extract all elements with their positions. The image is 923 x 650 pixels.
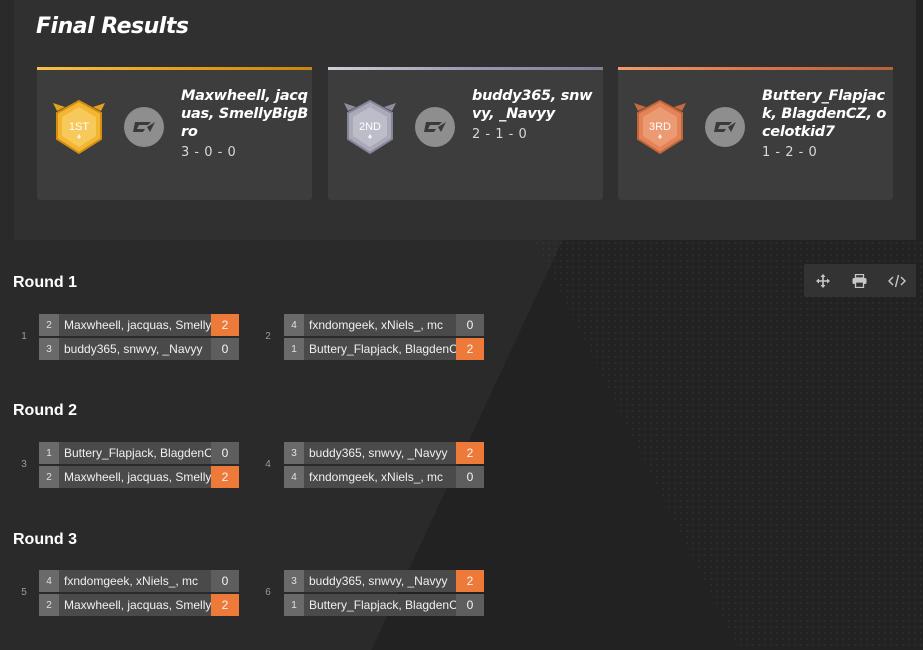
team-name: buddy365, snwvy, _Navyy — [309, 574, 448, 588]
round-3-title: Round 3 — [13, 531, 77, 548]
silver-medal-icon: 2ND — [344, 99, 396, 155]
team-score: 0 — [456, 594, 484, 616]
team-score: 0 — [456, 314, 484, 336]
match-6[interactable]: 3 buddy365, snwvy, _Navyy 2 1 Buttery_Fl… — [284, 570, 484, 616]
team-seed: 4 — [284, 466, 304, 488]
team-names: Buttery_Flapjack, BlagdenCZ, ocelotkid7 — [762, 88, 887, 140]
team-name: fxndomgeek, xNiels_, mc — [309, 318, 444, 332]
embed-code-icon[interactable] — [885, 269, 909, 293]
team-score: 0 — [211, 338, 239, 360]
second-team-block: buddy365, snwvy, _Navyy 2 - 1 - 0 — [472, 87, 600, 144]
team-name: buddy365, snwvy, _Navyy — [309, 446, 448, 460]
bracket-toolbar — [804, 264, 916, 297]
match-number: 2 — [265, 331, 271, 342]
match-2[interactable]: 4 fxndomgeek, xNiels_, mc 0 1 Buttery_Fl… — [284, 314, 484, 360]
match-number: 4 — [265, 459, 271, 470]
team-name: Maxwheell, jacquas, SmellyBigBro — [64, 318, 211, 332]
match-1[interactable]: 2 Maxwheell, jacquas, SmellyBigBro 2 3 b… — [39, 314, 239, 360]
team-name: buddy365, snwvy, _Navyy — [64, 342, 203, 356]
team-names: buddy365, snwvy, _Navyy — [472, 88, 593, 122]
team-seed: 4 — [284, 314, 304, 336]
medal-label: 3RD — [649, 121, 671, 133]
gold-accent-bar — [37, 67, 312, 70]
team-name: fxndomgeek, xNiels_, mc — [64, 574, 199, 588]
match-team-row[interactable]: 3 buddy365, snwvy, _Navyy 2 — [284, 442, 484, 464]
team-seed: 4 — [39, 570, 59, 592]
team-logo-icon — [705, 107, 745, 147]
team-seed: 1 — [284, 338, 304, 360]
match-team-row[interactable]: 4 fxndomgeek, xNiels_, mc 0 — [284, 314, 484, 336]
team-record: 2 - 1 - 0 — [472, 127, 528, 142]
final-results-title: Final Results — [36, 14, 189, 39]
team-seed: 2 — [39, 594, 59, 616]
match-team-row[interactable]: 1 Buttery_Flapjack, BlagdenCZ 0 — [39, 442, 239, 464]
podium-third-place: 3RD Buttery_Flapjack, BlagdenCZ, ocelotk… — [618, 67, 893, 200]
team-name: fxndomgeek, xNiels_, mc — [309, 470, 444, 484]
team-score: 2 — [211, 466, 239, 488]
team-seed: 2 — [39, 466, 59, 488]
match-4[interactable]: 3 buddy365, snwvy, _Navyy 2 4 fxndomgeek… — [284, 442, 484, 488]
team-logo-icon — [415, 107, 455, 147]
match-number: 1 — [21, 331, 27, 342]
team-seed: 1 — [284, 594, 304, 616]
match-team-row[interactable]: 3 buddy365, snwvy, _Navyy 0 — [39, 338, 239, 360]
match-team-row[interactable]: 2 Maxwheell, jacquas, SmellyBigBro 2 — [39, 314, 239, 336]
match-team-row[interactable]: 1 Buttery_Flapjack, BlagdenCZ 2 — [284, 338, 484, 360]
silver-accent-bar — [328, 67, 603, 70]
match-team-row[interactable]: 2 Maxwheell, jacquas, SmellyBigBro 2 — [39, 466, 239, 488]
final-results-panel: Final Results 1ST Maxwheell, jacquas, Sm… — [14, 0, 916, 240]
match-number: 6 — [265, 587, 271, 598]
team-names: Maxwheell, jacquas, SmellyBigBro — [181, 88, 309, 140]
team-logo-icon — [124, 107, 164, 147]
team-name: Buttery_Flapjack, BlagdenCZ — [64, 446, 211, 460]
match-number: 3 — [21, 459, 27, 470]
team-score: 0 — [211, 570, 239, 592]
team-seed: 3 — [39, 338, 59, 360]
bronze-medal-icon: 3RD — [634, 99, 686, 155]
podium-second-place: 2ND buddy365, snwvy, _Navyy 2 - 1 - 0 — [328, 67, 603, 200]
team-score: 2 — [211, 594, 239, 616]
team-score: 2 — [211, 314, 239, 336]
team-score: 2 — [456, 442, 484, 464]
medal-label: 2ND — [359, 121, 381, 133]
match-team-row[interactable]: 3 buddy365, snwvy, _Navyy 2 — [284, 570, 484, 592]
match-team-row[interactable]: 4 fxndomgeek, xNiels_, mc 0 — [284, 466, 484, 488]
team-score: 2 — [456, 570, 484, 592]
team-name: Maxwheell, jacquas, SmellyBigBro — [64, 470, 211, 484]
team-score: 0 — [211, 442, 239, 464]
team-name: Buttery_Flapjack, BlagdenCZ — [309, 598, 456, 612]
third-team-block: Buttery_Flapjack, BlagdenCZ, ocelotkid7 … — [762, 87, 890, 162]
team-score: 2 — [456, 338, 484, 360]
team-name: Buttery_Flapjack, BlagdenCZ — [309, 342, 456, 356]
team-name: Maxwheell, jacquas, SmellyBigBro — [64, 598, 211, 612]
team-record: 3 - 0 - 0 — [181, 145, 237, 160]
bronze-accent-bar — [618, 67, 893, 70]
team-seed: 2 — [39, 314, 59, 336]
team-seed: 1 — [39, 442, 59, 464]
podium-first-place: 1ST Maxwheell, jacquas, SmellyBigBro 3 -… — [37, 67, 312, 200]
print-icon[interactable] — [848, 269, 872, 293]
match-3[interactable]: 1 Buttery_Flapjack, BlagdenCZ 0 2 Maxwhe… — [39, 442, 239, 488]
move-icon[interactable] — [811, 269, 835, 293]
team-seed: 3 — [284, 442, 304, 464]
match-number: 5 — [21, 587, 27, 598]
match-team-row[interactable]: 2 Maxwheell, jacquas, SmellyBigBro 2 — [39, 594, 239, 616]
round-1-title: Round 1 — [13, 274, 77, 291]
match-team-row[interactable]: 4 fxndomgeek, xNiels_, mc 0 — [39, 570, 239, 592]
team-score: 0 — [456, 466, 484, 488]
winner-team-block: Maxwheell, jacquas, SmellyBigBro 3 - 0 -… — [181, 87, 309, 162]
medal-label: 1ST — [69, 121, 89, 133]
match-5[interactable]: 4 fxndomgeek, xNiels_, mc 0 2 Maxwheell,… — [39, 570, 239, 616]
match-team-row[interactable]: 1 Buttery_Flapjack, BlagdenCZ 0 — [284, 594, 484, 616]
round-2-title: Round 2 — [13, 402, 77, 419]
gold-medal-icon: 1ST — [53, 99, 105, 155]
team-record: 1 - 2 - 0 — [762, 145, 818, 160]
team-seed: 3 — [284, 570, 304, 592]
